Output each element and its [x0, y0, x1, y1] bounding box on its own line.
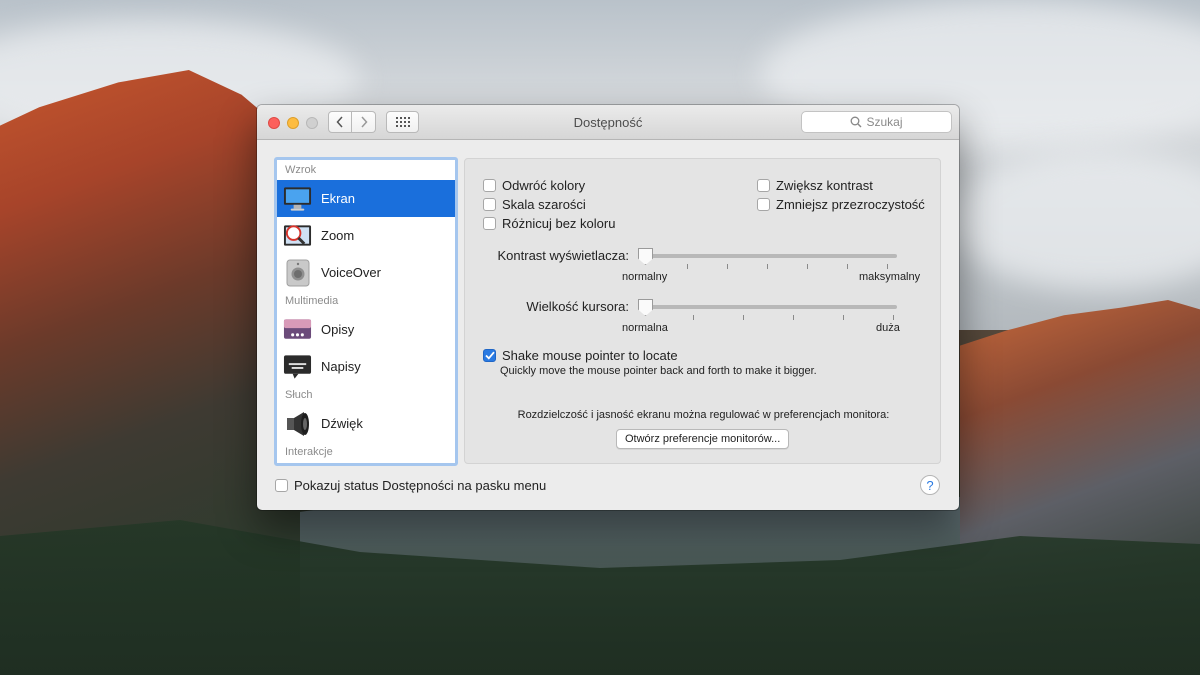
differentiate-label: Różnicuj bez koloru — [502, 216, 616, 231]
search-placeholder: Szukaj — [866, 115, 903, 129]
slider-tick — [807, 264, 808, 269]
voiceover-icon — [283, 258, 312, 287]
display-contrast-label: Kontrast wyświetlacza: — [497, 248, 630, 263]
display-contrast-slider[interactable] — [639, 254, 897, 258]
sidebar-item-voiceover[interactable]: VoiceOver — [277, 254, 455, 291]
show-status-label: Pokazuj status Dostępności na pasku menu — [294, 478, 547, 493]
search-field[interactable]: Szukaj — [801, 111, 952, 133]
grayscale-checkbox[interactable]: Skala szarości — [483, 197, 586, 212]
shake-to-locate-checkbox[interactable]: Shake mouse pointer to locate — [483, 348, 678, 363]
cursor-min-label: normalna — [622, 322, 668, 334]
display-settings-panel: Odwróć kolory Skala szarości Różnicuj be… — [464, 158, 941, 464]
display-icon — [283, 184, 312, 213]
shake-to-locate-label: Shake mouse pointer to locate — [502, 348, 678, 363]
cursor-max-label: duża — [876, 322, 900, 334]
checkbox-box[interactable] — [483, 349, 496, 362]
slider-tick — [793, 315, 794, 320]
slider-tick — [727, 264, 728, 269]
show-status-in-menubar-checkbox[interactable]: Pokazuj status Dostępności na pasku menu — [275, 478, 546, 493]
sidebar-item-label: Opisy — [321, 322, 355, 337]
slider-tick — [767, 264, 768, 269]
sidebar-section-media: Multimedia — [285, 295, 339, 307]
checkbox-box[interactable] — [483, 179, 496, 192]
monitor-note: Rozdzielczość i jasność ekranu można reg… — [517, 409, 890, 421]
sidebar-item-label: Zoom — [321, 228, 355, 243]
descriptions-icon — [283, 315, 312, 344]
sidebar-item-label: Ekran — [321, 191, 355, 206]
increase-contrast-label: Zwiększ kontrast — [776, 178, 873, 193]
title-bar: Dostępność Szukaj — [257, 105, 959, 140]
sidebar-item-display[interactable]: Ekran — [277, 180, 455, 217]
cursor-size-thumb[interactable] — [638, 299, 653, 316]
checkbox-box[interactable] — [757, 198, 770, 211]
grayscale-label: Skala szarości — [502, 197, 586, 212]
speaker-icon — [283, 409, 312, 438]
sidebar-item-label: Napisy — [321, 359, 361, 374]
accessibility-window: Dostępność Szukaj Wzrok Ekran Zoom Voice… — [257, 105, 959, 510]
increase-contrast-checkbox[interactable]: Zwiększ kontrast — [757, 178, 873, 193]
sidebar-item-zoom[interactable]: Zoom — [277, 217, 455, 254]
checkbox-box[interactable] — [483, 198, 496, 211]
sidebar-section-interaction: Interakcje — [285, 446, 333, 458]
sidebar-item-sound[interactable]: Dźwięk — [277, 405, 455, 442]
sidebar-item-captions[interactable]: Napisy — [277, 348, 455, 385]
slider-tick — [847, 264, 848, 269]
slider-tick — [843, 315, 844, 320]
sidebar-item-descriptions[interactable]: Opisy — [277, 311, 455, 348]
contrast-min-label: normalny — [622, 271, 668, 283]
contrast-max-label: maksymalny — [859, 271, 921, 283]
shake-description: Quickly move the mouse pointer back and … — [500, 365, 817, 377]
cursor-size-label: Wielkość kursora: — [526, 299, 629, 314]
open-display-preferences-button[interactable]: Otwórz preferencje monitorów... — [616, 429, 790, 449]
sidebar-section-hearing: Słuch — [285, 389, 313, 401]
slider-tick — [693, 315, 694, 320]
display-contrast-thumb[interactable] — [638, 248, 653, 265]
checkbox-box[interactable] — [483, 217, 496, 230]
invert-colors-checkbox[interactable]: Odwróć kolory — [483, 178, 585, 193]
captions-icon — [283, 352, 312, 381]
reduce-transparency-checkbox[interactable]: Zmniejsz przezroczystość — [757, 197, 925, 212]
slider-tick — [887, 264, 888, 269]
slider-tick — [893, 315, 894, 320]
invert-colors-label: Odwróć kolory — [502, 178, 586, 193]
search-icon — [851, 116, 862, 128]
sidebar-section-vision: Wzrok — [285, 164, 317, 176]
checkbox-box[interactable] — [275, 479, 288, 492]
reduce-transparency-label: Zmniejsz przezroczystość — [776, 197, 925, 212]
slider-tick — [743, 315, 744, 320]
cursor-size-slider[interactable] — [639, 305, 897, 309]
checkmark-icon — [484, 351, 495, 360]
slider-tick — [687, 264, 688, 269]
sidebar-item-label: Dźwięk — [321, 416, 363, 431]
category-sidebar: Wzrok Ekran Zoom VoiceOver Multimedia Op… — [274, 157, 458, 466]
zoom-icon — [283, 221, 312, 250]
sidebar-item-label: VoiceOver — [321, 265, 381, 280]
checkbox-box[interactable] — [757, 179, 770, 192]
differentiate-without-color-checkbox[interactable]: Różnicuj bez koloru — [483, 216, 615, 231]
help-button[interactable]: ? — [920, 475, 940, 495]
